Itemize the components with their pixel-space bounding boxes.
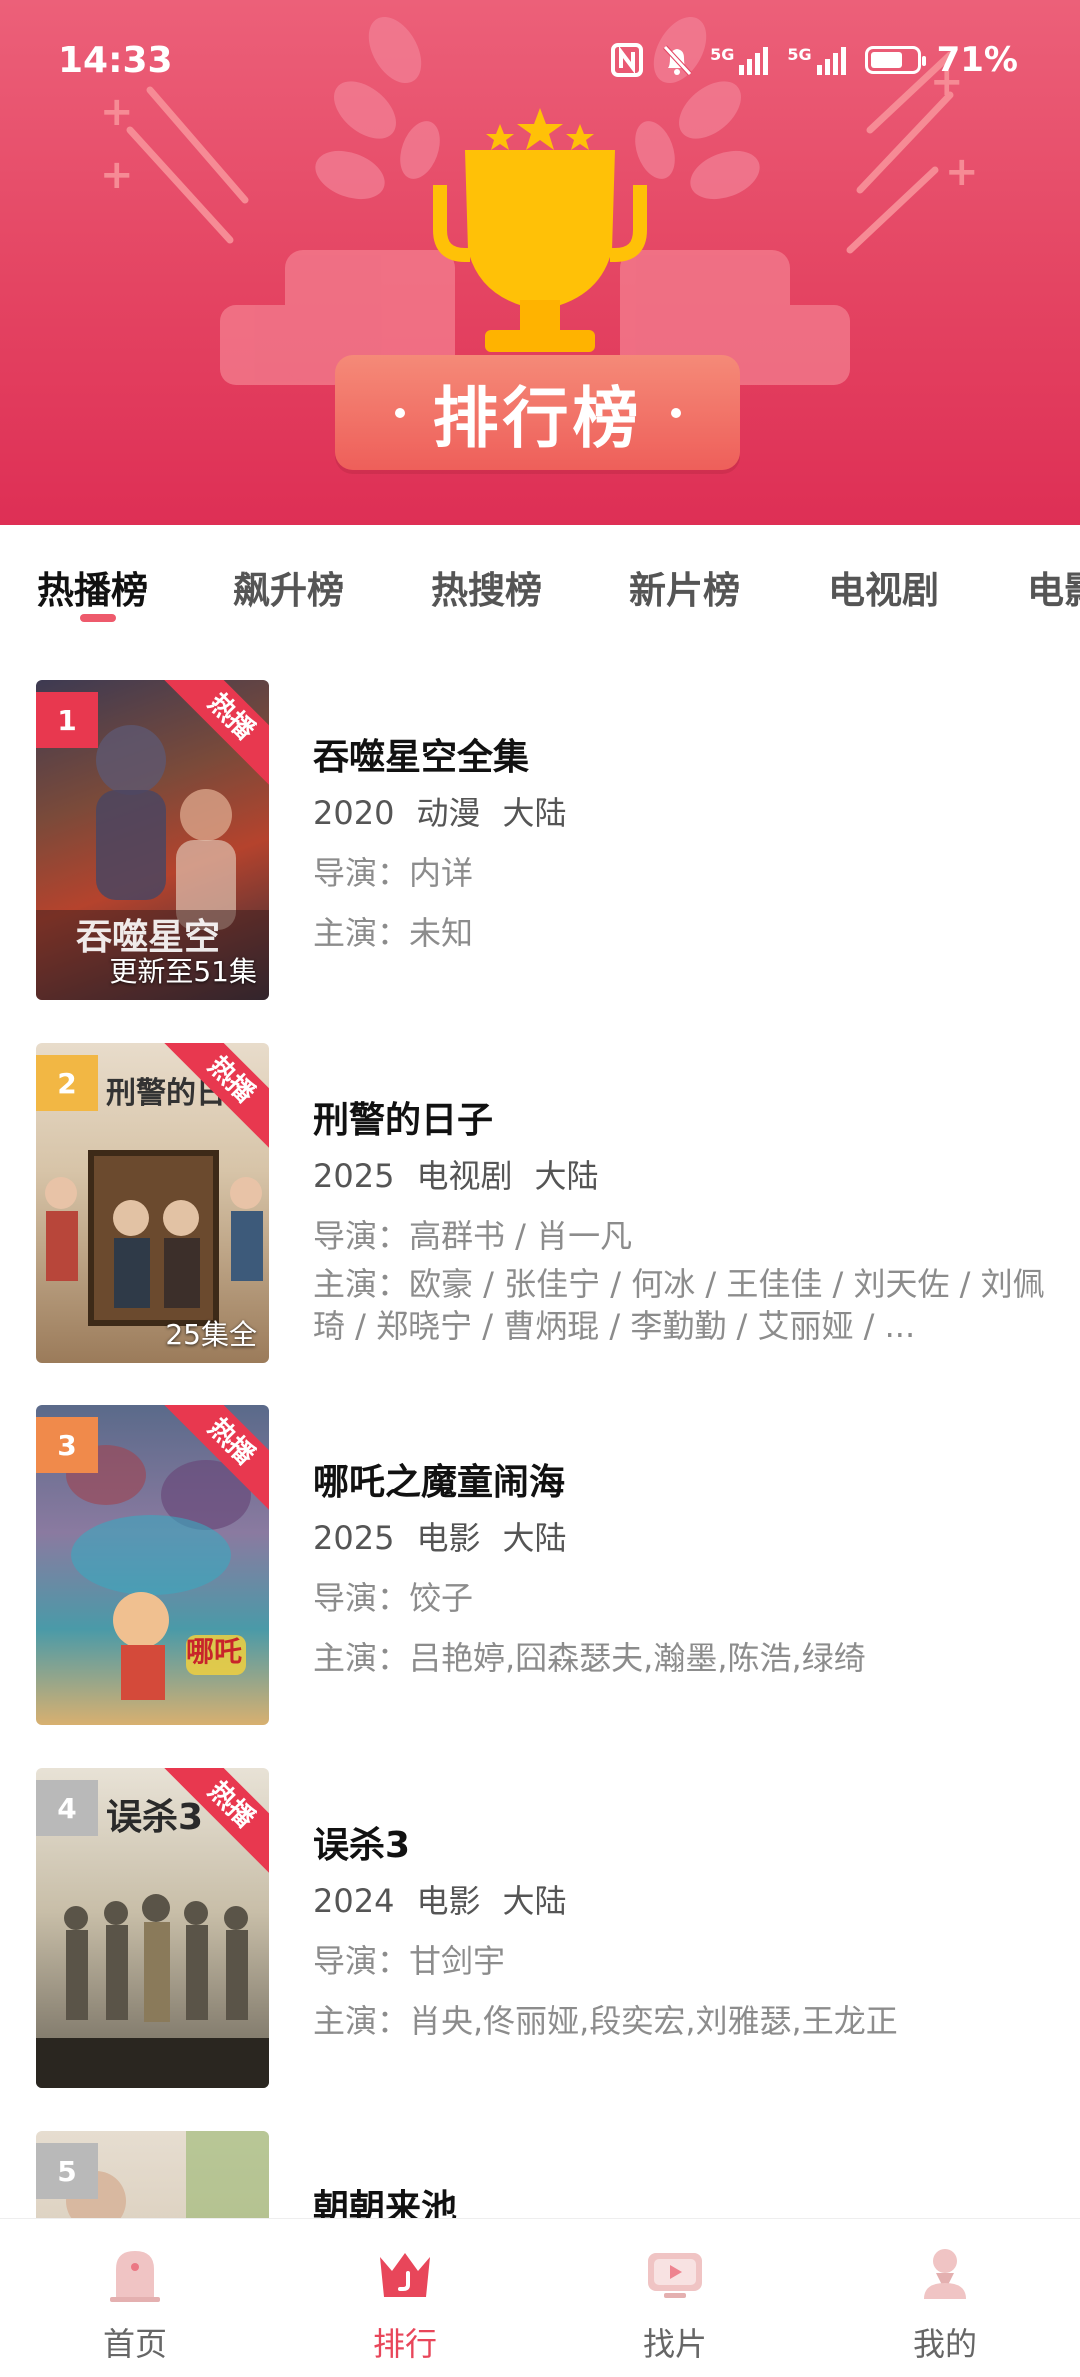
nav-home[interactable]: 首页 (0, 2219, 270, 2377)
tab-hot-play[interactable]: 热播榜 (37, 560, 148, 614)
episode-caption: 更新至51集 (109, 955, 257, 988)
signal-bars-icon (816, 47, 846, 75)
nav-home-label: 首页 (102, 2325, 167, 2363)
crown-icon (380, 2253, 430, 2297)
bottom-nav: 首页 排行 找片 我的 (0, 2218, 1080, 2377)
episode-caption: 25集全 (165, 1318, 257, 1351)
item-director: 导演：饺子 (313, 1579, 474, 1617)
item-year: 2025 (313, 1157, 395, 1195)
rank-badge: 2 (36, 1055, 98, 1111)
bell-muted-icon (663, 45, 692, 76)
status-time: 14:33 (58, 40, 173, 81)
battery-percent: 71% (936, 40, 1018, 80)
rank-badge: 1 (36, 692, 98, 748)
item-cast: 主演：欧豪 / 张佳宁 / 何冰 / 王佳佳 / 刘天佐 / 刘佩琦 / 郑晓宁… (313, 1265, 1045, 1345)
poster-image[interactable]: 误杀3 4 热播 (36, 1768, 269, 2088)
tab-new-release[interactable]: 新片榜 (629, 560, 740, 614)
poster-title-text: 哪吒 (186, 1635, 243, 1668)
item-director: 导演：甘剑宇 (313, 1942, 506, 1980)
tab-movie[interactable]: 电影 (1027, 560, 1080, 614)
title-dot-right (670, 407, 681, 418)
signal-1: 5G (710, 45, 771, 75)
item-meta: 2024 电影 大陆 (313, 1876, 588, 1922)
item-title[interactable]: 哪吒之魔童闹海 (313, 1453, 565, 1505)
item-year: 2025 (313, 1519, 395, 1557)
ranking-tabs: 热播榜 飙升榜 热搜榜 新片榜 电视剧 电影 (0, 525, 1080, 650)
trophy-icon (433, 108, 647, 352)
signal-2: 5G (787, 45, 848, 75)
rank-badge: 5 (36, 2143, 98, 2199)
item-cast: 主演：未知 (313, 914, 474, 952)
list-item[interactable]: 哪吒 3 热播 哪吒之魔童闹海 2025 电影 大陆 导演：饺子 主演：吕艳婷,囧森… (36, 1405, 1046, 1725)
svg-text:+: + (945, 149, 979, 195)
item-title[interactable]: 吞噬星空全集 (313, 728, 529, 780)
poster-image[interactable]: 5 (36, 2131, 269, 2218)
item-cast: 主演：吕艳婷,囧森瑟夫,瀚墨,陈浩,绿绮 (313, 1639, 866, 1677)
user-icon (924, 2249, 966, 2299)
item-title[interactable]: 刑警的日子 (313, 1091, 493, 1143)
svg-text:+: + (100, 152, 134, 198)
battery-icon (864, 46, 926, 74)
poster-image[interactable]: 哪吒 3 热播 (36, 1405, 269, 1725)
tab-rising[interactable]: 飙升榜 (233, 560, 344, 614)
item-meta: 2020 动漫 大陆 (313, 788, 588, 834)
nav-mine[interactable]: 我的 (810, 2219, 1080, 2377)
tv-icon (648, 2253, 702, 2298)
status-icons: 5G 5G 71% (610, 40, 1018, 80)
nav-ranking[interactable]: 排行 (270, 2219, 540, 2377)
active-tab-indicator (80, 614, 116, 622)
signal-2-label: 5G (787, 45, 812, 64)
item-genre: 电影 (416, 1882, 481, 1920)
tab-tv-series[interactable]: 电视剧 (828, 560, 939, 614)
signal-1-label: 5G (710, 45, 735, 64)
nav-mine-label: 我的 (912, 2325, 977, 2363)
item-genre: 动漫 (416, 794, 481, 832)
item-region: 大陆 (534, 1157, 599, 1195)
ranking-banner: + + + + 14:33 5G 5G 71% 排行榜 (0, 0, 1080, 525)
poster-image[interactable]: 吞噬星空 1 热播 更新至51集 (36, 680, 269, 1000)
poster-image[interactable]: 刑警的日子 2 热播 25集全 (36, 1043, 269, 1363)
item-region: 大陆 (502, 1519, 567, 1557)
battery-fill (870, 52, 902, 68)
item-meta: 2025 电影 大陆 (313, 1513, 588, 1559)
rank-badge: 4 (36, 1780, 98, 1836)
item-cast: 主演：肖央,佟丽娅,段奕宏,刘雅瑟,王龙正 (313, 2002, 898, 2040)
home-icon (110, 2251, 160, 2302)
list-item[interactable]: 误杀3 4 热播 误杀3 2024 电影 大陆 导演：甘剑宇 主演：肖央,佟丽娅,段… (36, 1768, 1046, 2088)
page-title: 排行榜 (432, 379, 643, 457)
status-bar: 14:33 5G 5G 71% (0, 0, 1080, 120)
item-year: 2024 (313, 1882, 395, 1920)
item-genre: 电视剧 (416, 1157, 513, 1195)
item-director: 导演：高群书 / 肖一凡 (313, 1217, 633, 1255)
poster-title-text: 误杀3 (106, 1797, 204, 1838)
item-region: 大陆 (502, 1882, 567, 1920)
list-item[interactable]: 刑警的日子 2 热播 25集全 刑警的日子 2025 电视剧 大陆 导演：高群书 /… (36, 1043, 1046, 1363)
tab-hot-search[interactable]: 热搜榜 (431, 560, 542, 614)
nfc-icon (611, 43, 644, 77)
banner-title-box: 排行榜 (335, 355, 740, 470)
item-title[interactable]: 朝朝来池 (313, 2179, 457, 2218)
item-title[interactable]: 误杀3 (313, 1816, 410, 1868)
item-genre: 电影 (416, 1519, 481, 1557)
title-dot-left (394, 407, 405, 418)
item-year: 2020 (313, 794, 395, 832)
item-director: 导演：内详 (313, 854, 474, 892)
nav-ranking-label: 排行 (372, 2325, 437, 2363)
signal-bars-icon (739, 47, 769, 75)
item-region: 大陆 (502, 794, 567, 832)
list-item[interactable]: 5 朝朝来池 (36, 2131, 1046, 2218)
list-item[interactable]: 吞噬星空 1 热播 更新至51集 吞噬星空全集 2020 动漫 大陆 导演：内详 主… (36, 680, 1046, 1000)
nav-find-label: 找片 (642, 2325, 707, 2363)
item-meta: 2025 电视剧 大陆 (313, 1151, 620, 1197)
rank-badge: 3 (36, 1417, 98, 1473)
nav-find[interactable]: 找片 (540, 2219, 810, 2377)
